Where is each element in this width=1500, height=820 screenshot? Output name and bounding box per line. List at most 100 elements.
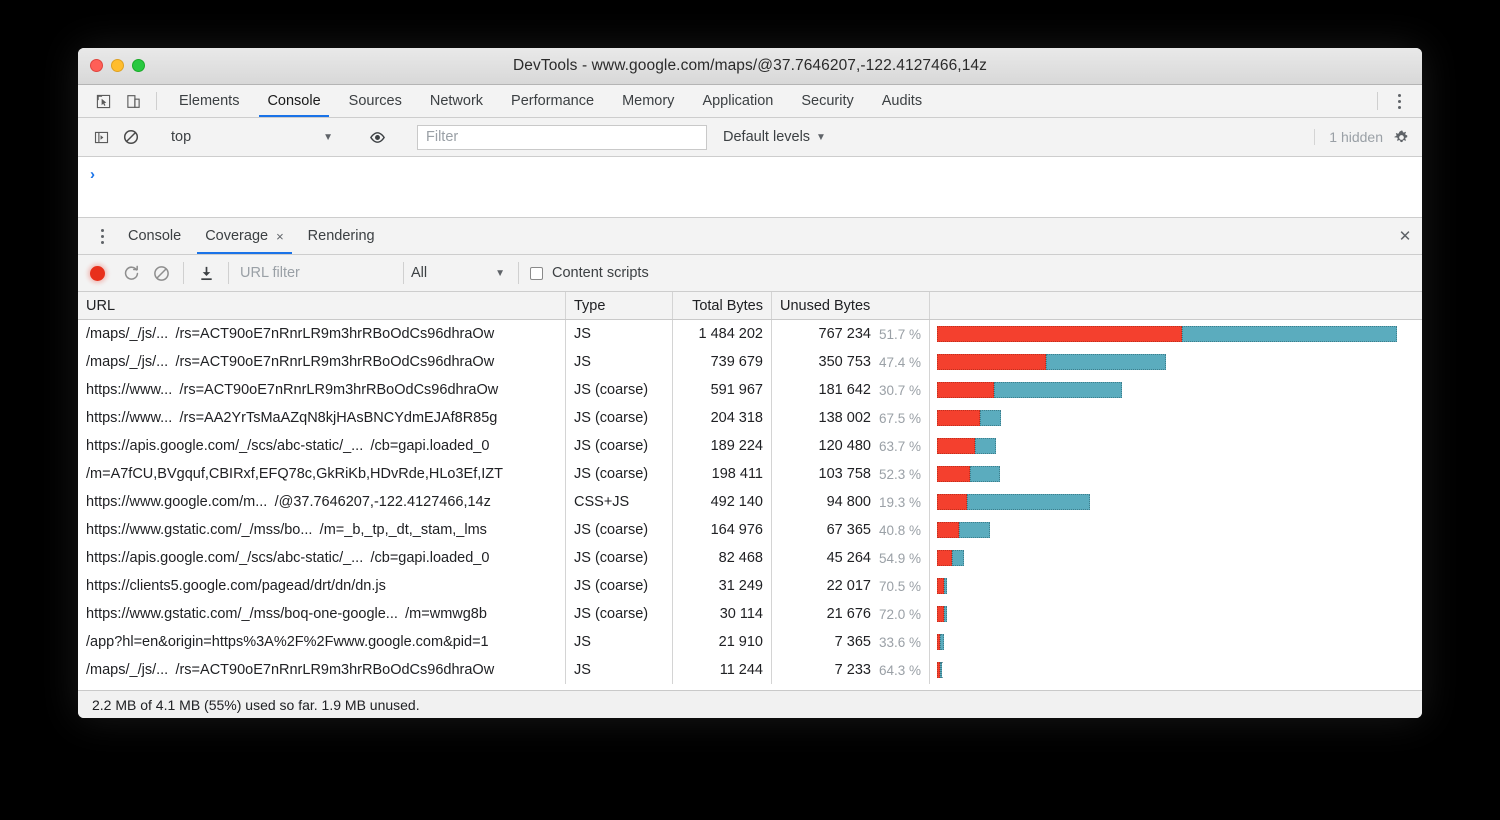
tab-security[interactable]: Security	[787, 85, 867, 117]
cell-url[interactable]: /m=A7fCU,BVgquf,CBIRxf,EFQ78c,GkRiKb,HDv…	[78, 460, 566, 488]
cell-url[interactable]: https://www.gstatic.com/_/mss/boq-one-go…	[78, 600, 566, 628]
tab-network[interactable]: Network	[416, 85, 497, 117]
tab-audits[interactable]: Audits	[868, 85, 936, 117]
table-row[interactable]: https://www... /rs=AA2YrTsMaAZqN8kjHAsBN…	[78, 404, 1422, 432]
column-header-url[interactable]: URL	[78, 292, 566, 319]
column-header-type[interactable]: Type	[566, 292, 673, 319]
record-button[interactable]	[78, 266, 116, 281]
cell-url[interactable]: https://www.google.com/m... /@37.7646207…	[78, 488, 566, 516]
drawer-tab-rendering[interactable]: Rendering	[296, 218, 387, 254]
cell-total-bytes: 189 224	[673, 432, 772, 460]
cell-url[interactable]: https://www.gstatic.com/_/mss/bo... /m=_…	[78, 516, 566, 544]
cell-total-bytes: 739 679	[673, 348, 772, 376]
unused-percent-value: 63.7 %	[879, 439, 921, 454]
tab-console[interactable]: Console	[253, 85, 334, 117]
coverage-status-bar: 2.2 MB of 4.1 MB (55%) used so far. 1.9 …	[78, 690, 1422, 718]
tab-label: Elements	[179, 93, 239, 109]
cell-total-bytes: 31 249	[673, 572, 772, 600]
device-toolbar-icon[interactable]	[118, 85, 148, 117]
log-level-select[interactable]: Default levels ▼	[713, 129, 836, 145]
checkbox-box[interactable]	[530, 267, 543, 280]
cell-total-bytes: 11 244	[673, 656, 772, 684]
cell-unused-bytes: 7 36533.6 %	[772, 628, 930, 656]
cell-unused-bytes: 103 75852.3 %	[772, 460, 930, 488]
table-row[interactable]: /app?hl=en&origin=https%3A%2F%2Fwww.goog…	[78, 628, 1422, 656]
chevron-down-icon: ▼	[816, 132, 826, 143]
table-row[interactable]: https://www.gstatic.com/_/mss/bo... /m=_…	[78, 516, 1422, 544]
cell-url[interactable]: https://www... /rs=ACT90oE7nRnrLR9m3hrRB…	[78, 376, 566, 404]
type-filter-select[interactable]: All ▼	[411, 265, 511, 281]
toolbar-divider	[1377, 92, 1378, 110]
column-header-unused-bytes[interactable]: Unused Bytes	[772, 292, 930, 319]
unused-bytes-value: 181 642	[819, 382, 871, 398]
table-row[interactable]: https://clients5.google.com/pagead/drt/d…	[78, 572, 1422, 600]
close-icon[interactable]: ×	[276, 229, 284, 244]
table-row[interactable]: /maps/_/js/... /rs=ACT90oE7nRnrLR9m3hrRB…	[78, 348, 1422, 376]
drawer-tab-console[interactable]: Console	[116, 218, 193, 254]
inspect-element-icon[interactable]	[88, 85, 118, 117]
table-row[interactable]: https://apis.google.com/_/scs/abc-static…	[78, 432, 1422, 460]
cell-unused-bytes: 21 67672.0 %	[772, 600, 930, 628]
live-expression-icon[interactable]	[362, 129, 392, 146]
table-row[interactable]: /maps/_/js/... /rs=ACT90oE7nRnrLR9m3hrRB…	[78, 320, 1422, 348]
cell-url[interactable]: https://www... /rs=AA2YrTsMaAZqN8kjHAsBN…	[78, 404, 566, 432]
cell-type: JS (coarse)	[566, 544, 673, 572]
export-download-icon[interactable]	[191, 265, 221, 282]
tab-label: Network	[430, 93, 483, 109]
bar-segment-used	[952, 550, 964, 566]
column-header-total-bytes[interactable]: Total Bytes	[673, 292, 772, 319]
content-scripts-checkbox[interactable]: Content scripts	[526, 265, 649, 281]
clear-console-icon[interactable]	[116, 129, 146, 145]
drawer-tab-coverage[interactable]: Coverage ×	[193, 218, 295, 254]
more-options-icon[interactable]	[1386, 85, 1412, 117]
settings-gear-icon[interactable]	[1393, 129, 1410, 146]
table-row[interactable]: https://www... /rs=ACT90oE7nRnrLR9m3hrRB…	[78, 376, 1422, 404]
tab-elements[interactable]: Elements	[165, 85, 253, 117]
url-filter-input[interactable]: URL filter	[236, 265, 396, 281]
tab-memory[interactable]: Memory	[608, 85, 688, 117]
cell-url[interactable]: /maps/_/js/... /rs=ACT90oE7nRnrLR9m3hrRB…	[78, 656, 566, 684]
cell-total-bytes: 591 967	[673, 376, 772, 404]
cell-coverage-bar	[930, 516, 1422, 544]
chevron-down-icon: ▼	[323, 132, 333, 143]
cell-url[interactable]: /maps/_/js/... /rs=ACT90oE7nRnrLR9m3hrRB…	[78, 348, 566, 376]
tab-label: Console	[267, 93, 320, 109]
column-header-bar[interactable]	[930, 292, 1422, 319]
tab-sources[interactable]: Sources	[335, 85, 416, 117]
tab-label: Audits	[882, 93, 922, 109]
execution-context-select[interactable]: top ▼	[163, 129, 345, 145]
bar-segment-used	[944, 606, 947, 622]
close-drawer-icon[interactable]: ✕	[1388, 218, 1422, 254]
unused-percent-value: 54.9 %	[879, 551, 921, 566]
cell-url[interactable]: /app?hl=en&origin=https%3A%2F%2Fwww.goog…	[78, 628, 566, 656]
table-row[interactable]: https://apis.google.com/_/scs/abc-static…	[78, 544, 1422, 572]
cell-url[interactable]: https://apis.google.com/_/scs/abc-static…	[78, 544, 566, 572]
coverage-bar	[937, 634, 944, 650]
table-row[interactable]: /maps/_/js/... /rs=ACT90oE7nRnrLR9m3hrRB…	[78, 656, 1422, 684]
drawer-more-tabs-icon[interactable]	[88, 218, 116, 254]
bar-segment-unused	[937, 410, 980, 426]
table-row[interactable]: /m=A7fCU,BVgquf,CBIRxf,EFQ78c,GkRiKb,HDv…	[78, 460, 1422, 488]
reload-and-record-icon[interactable]	[116, 265, 146, 282]
close-window-button[interactable]	[90, 59, 103, 72]
clear-all-icon[interactable]	[146, 265, 176, 282]
log-level-value: Default levels	[723, 129, 810, 145]
cell-unused-bytes: 138 00267.5 %	[772, 404, 930, 432]
minimize-window-button[interactable]	[111, 59, 124, 72]
cell-url[interactable]: https://apis.google.com/_/scs/abc-static…	[78, 432, 566, 460]
table-row[interactable]: https://www.gstatic.com/_/mss/boq-one-go…	[78, 600, 1422, 628]
unused-bytes-value: 7 233	[835, 662, 871, 678]
console-filter-input[interactable]: Filter	[417, 125, 707, 150]
cell-url[interactable]: /maps/_/js/... /rs=ACT90oE7nRnrLR9m3hrRB…	[78, 320, 566, 348]
table-row[interactable]: https://www.google.com/m... /@37.7646207…	[78, 488, 1422, 516]
maximize-window-button[interactable]	[132, 59, 145, 72]
tab-performance[interactable]: Performance	[497, 85, 608, 117]
cell-unused-bytes: 67 36540.8 %	[772, 516, 930, 544]
hidden-messages-count[interactable]: 1 hidden	[1314, 129, 1393, 145]
cell-type: JS (coarse)	[566, 404, 673, 432]
console-output-area[interactable]: ›	[78, 157, 1422, 218]
console-sidebar-icon[interactable]	[86, 130, 116, 145]
unused-percent-value: 64.3 %	[879, 663, 921, 678]
cell-url[interactable]: https://clients5.google.com/pagead/drt/d…	[78, 572, 566, 600]
tab-application[interactable]: Application	[688, 85, 787, 117]
